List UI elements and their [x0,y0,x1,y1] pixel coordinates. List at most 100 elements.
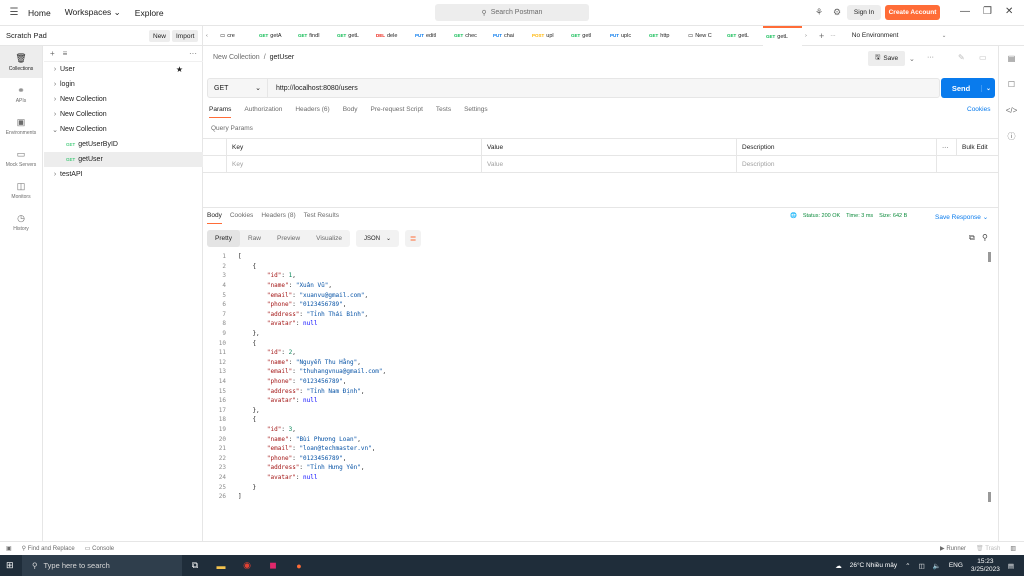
cookies-link[interactable]: Cookies [967,106,990,113]
request-tab[interactable]: ▭ New C [685,26,724,46]
sign-in-button[interactable]: Sign In [847,5,881,20]
format-select[interactable]: JSON ⌄ [356,230,400,247]
breadcrumb-collection[interactable]: New Collection [213,54,260,61]
params-more-icon[interactable]: ··· [937,139,957,155]
volume-icon[interactable]: 🔈 [933,562,941,570]
request-get-user-by-id[interactable]: GET getUserByID [44,137,203,152]
response-size[interactable]: Size: 642 B [879,213,907,219]
key-input[interactable]: Key [227,156,482,172]
rail-apis[interactable]: ⚭ APIs [0,78,42,110]
postman-icon[interactable]: ● [286,555,312,576]
hamburger-menu-icon[interactable]: ☰ [0,7,28,18]
request-tab[interactable]: GET getL [724,26,763,46]
layout-icon[interactable]: ▥ [1010,545,1016,552]
request-tab[interactable]: GET getL [334,26,373,46]
import-button[interactable]: Import [172,30,199,42]
tab-scroll-right-icon[interactable]: › [802,26,816,46]
save-response-button[interactable]: Save Response ⌄ [935,213,988,221]
find-replace-button[interactable]: ⚲ Find and Replace [22,545,75,552]
documentation-icon[interactable]: ▤ [999,46,1024,72]
intellij-icon[interactable]: ◼ [260,555,286,576]
doc-icon[interactable]: ▭ [979,53,987,62]
request-tab[interactable]: GET findI [295,26,334,46]
restore-icon[interactable]: ❐ [983,6,992,17]
wrap-lines-icon[interactable]: ≣ [405,230,422,247]
method-select[interactable]: GET ⌄ [208,79,268,97]
close-icon[interactable]: ✕ [1005,6,1013,17]
task-view-icon[interactable]: ⧉ [182,555,208,576]
view-preview[interactable]: Preview [269,230,308,247]
tab-pre-request-script[interactable]: Pre-request Script [371,106,423,118]
weather-label[interactable]: 26°C Nhiều mây [850,562,897,569]
star-icon[interactable]: ★ [176,65,183,74]
language-indicator[interactable]: ENG [949,562,963,569]
new-button[interactable]: New [149,30,171,42]
rail-environments[interactable]: ▣ Environments [0,110,42,142]
runner-button[interactable]: ▶ Runner [940,545,966,552]
request-tab[interactable]: GET chec [451,26,490,46]
request-tab[interactable]: POST upl [529,26,568,46]
rail-mock-servers[interactable]: ▭ Mock Servers [0,142,42,174]
chrome-icon[interactable]: ◉ [234,555,260,576]
view-visualize[interactable]: Visualize [308,230,350,247]
request-tab[interactable]: GET getA [256,26,295,46]
save-button[interactable]: 🖫 Save [868,51,905,66]
request-tab[interactable]: GET getL [763,25,802,46]
tree-item-testapi[interactable]: › testAPI [44,167,203,182]
tray-chevron-icon[interactable]: ⌃ [905,562,910,570]
scrollbar-thumb-bottom[interactable] [988,492,991,502]
search-input[interactable]: ⚲ Search Postman [435,4,589,21]
request-tab[interactable]: GET http [646,26,685,46]
tab-tests[interactable]: Tests [436,106,451,118]
new-tab-icon[interactable]: + [816,26,827,46]
satellite-icon[interactable]: ⚘ [815,7,823,18]
request-tab[interactable]: PUT chai [490,26,529,46]
tree-item-collection[interactable]: › New Collection [44,107,203,122]
info-icon[interactable]: ⓘ [999,124,1024,150]
file-explorer-icon[interactable]: ▬ [208,555,234,576]
edit-icon[interactable]: ✎ [958,53,965,62]
rail-history[interactable]: ◷ History [0,206,42,238]
request-tab[interactable]: GET getl [568,26,607,46]
clock[interactable]: 15:23 3/25/2023 [971,558,1000,574]
tab-more-icon[interactable]: ··· [827,26,839,46]
more-icon[interactable]: ··· [189,49,197,58]
description-input[interactable]: Description [737,156,937,172]
copy-icon[interactable]: ⧉ [969,233,975,243]
windows-start-icon[interactable]: ⊞ [6,560,14,571]
nav-home[interactable]: Home [28,8,51,18]
request-more-icon[interactable]: ··· [927,54,934,61]
request-get-user[interactable]: GET getUser [44,152,203,167]
nav-explore[interactable]: Explore [135,8,164,18]
nav-workspaces[interactable]: Workspaces ⌄ [65,7,121,18]
request-tab[interactable]: ▭ cre [217,26,256,46]
tree-item-login[interactable]: › login [44,77,203,92]
send-dropdown-icon[interactable]: ⌄ [981,84,995,92]
plus-icon[interactable]: + [50,49,55,58]
tab-authorization[interactable]: Authorization [244,106,282,118]
tree-item-user[interactable]: › User ★ [44,62,203,77]
tab-settings[interactable]: Settings [464,106,488,118]
resp-tab-body[interactable]: Body [207,212,222,224]
tree-item-collection-open[interactable]: ⌄ New Collection [44,122,203,137]
trash-button[interactable]: 🗑 Trash [976,545,1000,552]
notifications-icon[interactable]: ▤ [1008,562,1014,570]
view-pretty[interactable]: Pretty [207,230,240,247]
row-checkbox[interactable] [203,156,227,172]
request-tab[interactable]: PUT uplc [607,26,646,46]
taskbar-search[interactable]: ⚲ Type here to search [22,555,182,576]
rail-collections[interactable]: 🗑 Collections [0,46,42,78]
rail-monitors[interactable]: ◫ Monitors [0,174,42,206]
view-raw[interactable]: Raw [240,230,269,247]
chevron-down-icon[interactable]: ⌄ [939,26,950,46]
resp-tab-test-results[interactable]: Test Results [304,212,339,224]
resp-tab-cookies[interactable]: Cookies [230,212,253,224]
resp-tab-headers[interactable]: Headers (8) [261,212,295,224]
breadcrumb-request[interactable]: getUser [270,54,295,61]
scrollbar-thumb[interactable] [988,252,991,262]
sidebar-toggle-icon[interactable]: ▣ [6,545,12,552]
request-tab[interactable]: DEL dele [373,26,412,46]
response-body[interactable]: 1[2 {3 "id": 1, 4 "name": "Xuân Vũ", 5 "em… [207,252,987,512]
send-button[interactable]: Send ⌄ [941,78,995,98]
environment-select[interactable]: No Environment [849,26,939,46]
